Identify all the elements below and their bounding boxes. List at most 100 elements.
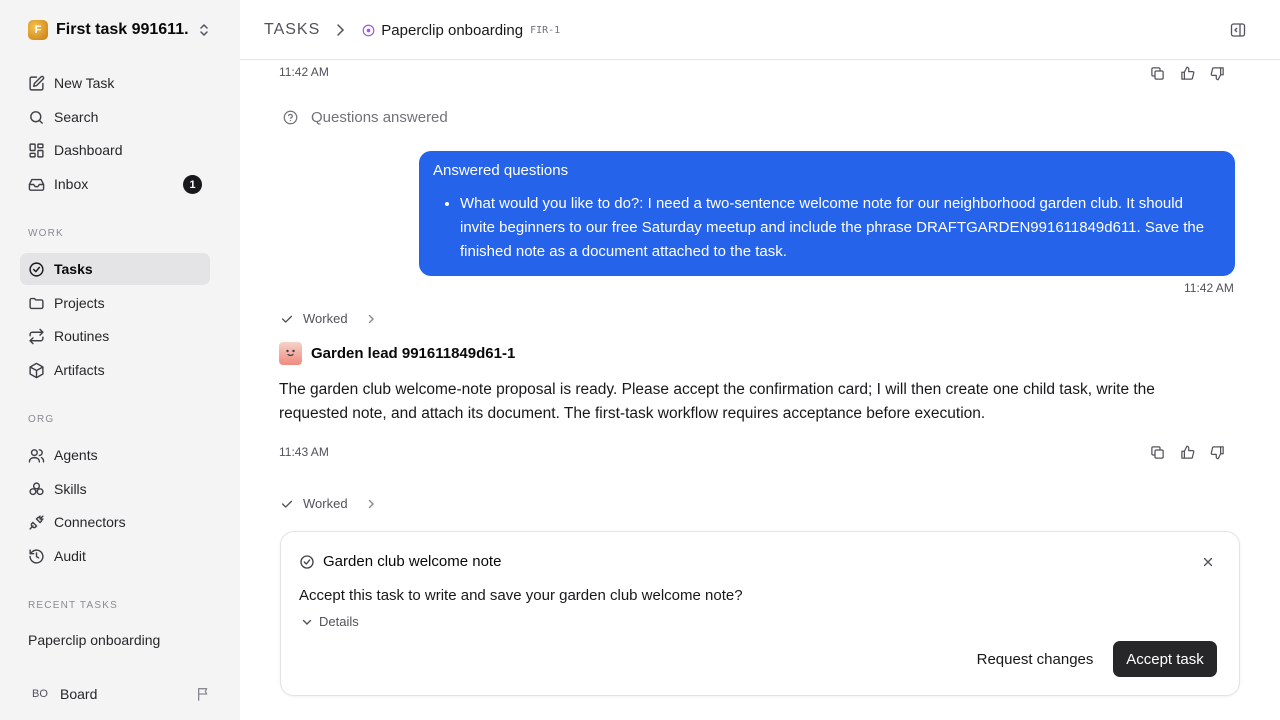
bubble-title: Answered questions [433,162,569,179]
users-icon [28,448,45,463]
task-code: FIR-1 [530,24,561,36]
thumbs-down-button[interactable] [1207,442,1227,462]
thumbs-up-icon [1180,66,1194,80]
nav-search[interactable]: Search [20,101,210,133]
smile-icon [286,349,295,357]
message-timestamp: 11:43 AM [279,445,329,459]
avatar: BO [32,688,48,700]
nav-skills[interactable]: Skills [20,473,210,505]
thumbs-down-button[interactable] [1207,63,1227,83]
nav-label: Connectors [54,514,126,530]
plug-icon [29,514,44,530]
nav-audit[interactable]: Audit [20,540,210,572]
nav-tasks[interactable]: Tasks [20,253,210,285]
chevron-right-icon [368,314,374,323]
check-icon [281,315,293,323]
nav-artifacts[interactable]: Artifacts [20,354,210,386]
chevron-up-down-icon [200,24,208,36]
edit-icon [29,75,45,91]
copy-icon [1150,445,1164,459]
workspace-switcher[interactable]: F First task 991611... [28,18,216,42]
accept-task-button[interactable]: Accept task [1113,641,1217,677]
inbox-icon [28,178,45,191]
close-icon[interactable] [1201,555,1215,569]
workspace-logo: F [28,20,48,40]
check-icon [281,500,293,508]
nav-label: Routines [54,328,110,344]
help-circle-icon [283,110,298,125]
nav-routines[interactable]: Routines [20,320,210,352]
thumbs-down-icon [1210,445,1224,459]
nav-connectors[interactable]: Connectors [20,506,210,538]
repeat-icon [29,328,44,344]
board-label: Board [60,686,98,702]
chevron-down-icon [302,619,312,625]
inbox-count-badge: 1 [183,175,202,194]
history-icon [29,548,44,564]
nav-label: New Task [54,75,115,91]
agent-header: Garden lead 991611849d61-1 [279,342,515,365]
nav-new-task[interactable]: New Task [20,67,210,99]
worked-toggle[interactable]: Worked [280,496,377,511]
worked-label: Worked [303,311,348,326]
search-icon [30,110,43,124]
copy-button[interactable] [1147,442,1167,462]
nav-dashboard[interactable]: Dashboard [20,134,210,166]
agent-name: Garden lead 991611849d61-1 [311,345,516,362]
chevron-right-icon [337,24,345,36]
worked-toggle[interactable]: Worked [280,311,377,326]
recent-task-item[interactable]: Paperclip onboarding [28,632,160,648]
message-timestamp: 11:42 AM [1184,281,1234,295]
nav-agents[interactable]: Agents [20,439,210,471]
section-title-work: WORK [28,228,64,239]
board-switcher[interactable]: BO Board [28,682,216,706]
nav-label: Projects [54,295,105,311]
details-toggle[interactable]: Details [301,614,359,629]
page-title: Paperclip onboarding [381,21,524,39]
event-label: Questions answered [311,109,448,126]
nav-projects[interactable]: Projects [20,287,210,319]
workspace-name: First task 991611... [56,21,188,38]
chevron-right-icon [368,499,374,508]
card-header: Garden club welcome note [299,553,501,570]
nav-label: Inbox [54,176,89,192]
sidebar: F First task 991611... New Task Search D… [0,0,240,720]
message-actions [1147,63,1237,83]
section-title-recent: RECENT TASKS [28,600,118,611]
thumbs-up-icon [1180,445,1194,459]
message-timestamp: 11:42 AM [279,65,329,79]
nav-inbox[interactable]: Inbox 1 [20,168,210,200]
answer-list: What would you like to do?: I need a two… [433,192,1221,264]
breadcrumb: TASKS Paperclip onboarding FIR-1 [264,19,560,41]
thumbs-up-button[interactable] [1177,63,1197,83]
questions-answered-event: Questions answered [283,109,448,126]
section-title-org: ORG [28,414,55,425]
circle-check-icon [29,261,44,277]
nav-label: Tasks [54,261,93,277]
circle-check-icon [300,554,314,569]
nav-label: Search [54,109,99,125]
copy-button[interactable] [1147,63,1167,83]
status-todo-icon [362,24,375,36]
package-icon [29,362,44,378]
nav-label: Audit [54,548,86,564]
nav-label: Skills [54,481,87,497]
top-bar: TASKS Paperclip onboarding FIR-1 [240,0,1280,60]
message-actions [1147,442,1237,462]
card-title: Garden club welcome note [323,553,502,570]
thumbs-down-icon [1210,66,1224,80]
panel-toggle-icon[interactable] [1230,22,1246,38]
answer-item: What would you like to do?: I need a two… [460,192,1221,264]
card-question: Accept this task to write and save your … [299,587,743,604]
confirmation-card: Garden club welcome note Accept this tas… [280,531,1240,696]
folder-icon [29,297,44,309]
agent-avatar [279,342,302,365]
request-changes-button[interactable]: Request changes [969,641,1101,677]
details-label: Details [319,614,359,629]
breadcrumb-root[interactable]: TASKS [264,21,320,39]
agent-message: The garden club welcome-note proposal is… [279,381,1155,422]
flag-icon[interactable] [196,686,212,702]
thumbs-up-button[interactable] [1177,442,1197,462]
worked-label: Worked [303,496,348,511]
nav-label: Artifacts [54,362,105,378]
